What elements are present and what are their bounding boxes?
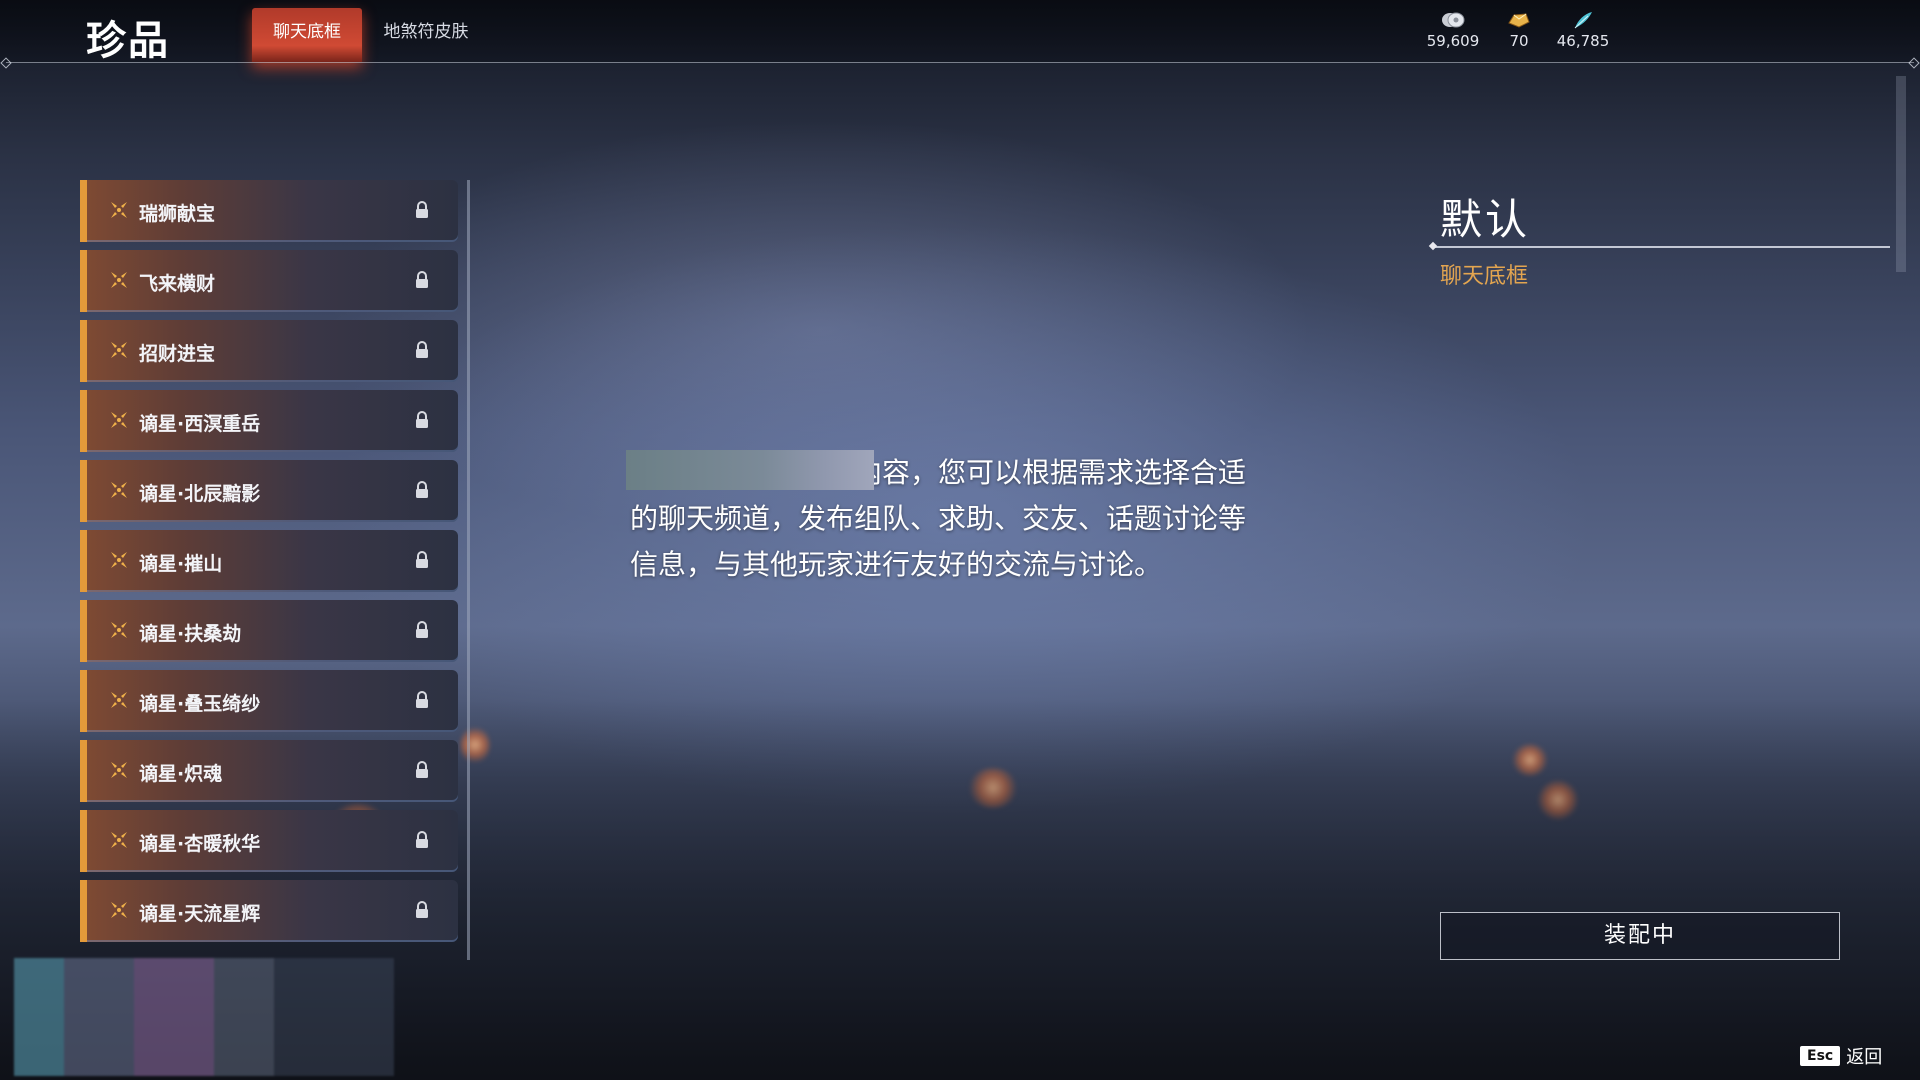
list-item-label: 谪星·天流星辉: [139, 903, 261, 925]
star-emblem-icon: [111, 902, 127, 918]
list-item-label: 谪星·北辰黯影: [139, 483, 261, 505]
list-item-label: 谪星·叠玉绮纱: [139, 693, 261, 715]
list-item[interactable]: 谪星·天流星辉: [80, 880, 458, 942]
list-item-label: 谪星·炽魂: [139, 763, 223, 785]
list-item[interactable]: 谪星·杏暖秋华: [80, 810, 458, 872]
lock-icon: [416, 621, 428, 638]
star-emblem-icon: [111, 762, 127, 778]
page-title: 珍品: [86, 18, 170, 64]
list-item-label: 招财进宝: [139, 343, 216, 365]
list-item[interactable]: 谪星·西溟重岳: [80, 390, 458, 452]
star-emblem-icon: [111, 412, 127, 428]
list-item-label: 谪星·西溟重岳: [139, 413, 261, 435]
lock-icon: [416, 481, 428, 498]
name-divider: [1434, 246, 1890, 248]
currency-gold-value: 70: [1509, 32, 1529, 50]
back-label: 返回: [1846, 1047, 1883, 1068]
lock-icon: [416, 551, 428, 568]
back-hint[interactable]: Esc 返回: [1800, 1044, 1882, 1068]
lock-icon: [416, 341, 428, 358]
top-bar: 珍品 聊天底框 地煞符皮肤 59,609 70 46,785: [0, 0, 1920, 64]
detail-scrollbar[interactable]: [1896, 76, 1906, 272]
currency-silver-value: 59,609: [1426, 32, 1480, 50]
selected-item-category: 聊天底框: [1440, 264, 1529, 289]
lock-icon: [416, 761, 428, 778]
list-item[interactable]: 谪星·北辰黯影: [80, 460, 458, 522]
tab-talisman-skin[interactable]: 地煞符皮肤: [372, 8, 480, 62]
list-item[interactable]: 飞来横财: [80, 250, 458, 312]
lock-icon: [416, 831, 428, 848]
collectibles-screen: 珍品 聊天底框 地煞符皮肤 59,609 70 46,785 瑞狮献宝 飞来横财…: [0, 0, 1920, 1080]
jade-feather-icon: [1574, 12, 1592, 29]
list-item-label: 谪星·摧山: [139, 553, 223, 575]
equip-button[interactable]: 装配中: [1440, 912, 1840, 960]
lock-icon: [416, 901, 428, 918]
gold-ingot-icon: [1508, 13, 1530, 28]
list-item-label: 谪星·杏暖秋华: [139, 833, 261, 855]
list-item[interactable]: 谪星·扶桑劫: [80, 600, 458, 662]
lock-icon: [416, 271, 428, 288]
list-item[interactable]: 谪星·叠玉绮纱: [80, 670, 458, 732]
currency-gold: 70: [1484, 10, 1554, 50]
blurred-region: [14, 958, 394, 1076]
tab-chat-frame[interactable]: 聊天底框: [252, 8, 362, 62]
star-emblem-icon: [111, 482, 127, 498]
star-emblem-icon: [111, 342, 127, 358]
lock-icon: [416, 411, 428, 428]
chat-frame-list[interactable]: 瑞狮献宝飞来横财招财进宝谪星·西溟重岳 谪星·北辰黯影 谪星·摧山谪星·扶桑劫 谪星·…: [80, 180, 462, 960]
list-item-label: 瑞狮献宝: [139, 203, 216, 225]
star-emblem-icon: [111, 202, 127, 218]
list-item-label: 谪星·扶桑劫: [139, 623, 242, 645]
star-emblem-icon: [111, 832, 127, 848]
star-emblem-icon: [111, 552, 127, 568]
list-scrollbar[interactable]: [467, 180, 470, 960]
lock-icon: [416, 691, 428, 708]
star-emblem-icon: [111, 692, 127, 708]
currency-jade: 46,785: [1548, 10, 1618, 50]
blurred-region: [626, 450, 874, 490]
star-emblem-icon: [111, 272, 127, 288]
top-divider: [6, 62, 1914, 63]
list-item-label: 飞来横财: [139, 273, 216, 295]
lock-icon: [416, 201, 428, 218]
currency-silver: 59,609: [1418, 10, 1488, 50]
list-item[interactable]: 谪星·炽魂: [80, 740, 458, 802]
list-item[interactable]: 招财进宝: [80, 320, 458, 382]
list-item[interactable]: 瑞狮献宝: [80, 180, 458, 242]
list-item[interactable]: 谪星·摧山: [80, 530, 458, 592]
esc-key: Esc: [1800, 1046, 1841, 1066]
currency-jade-value: 46,785: [1556, 32, 1610, 50]
selected-item-name: 默认: [1440, 195, 1531, 244]
silver-coin-icon: [1442, 12, 1465, 28]
star-emblem-icon: [111, 622, 127, 638]
